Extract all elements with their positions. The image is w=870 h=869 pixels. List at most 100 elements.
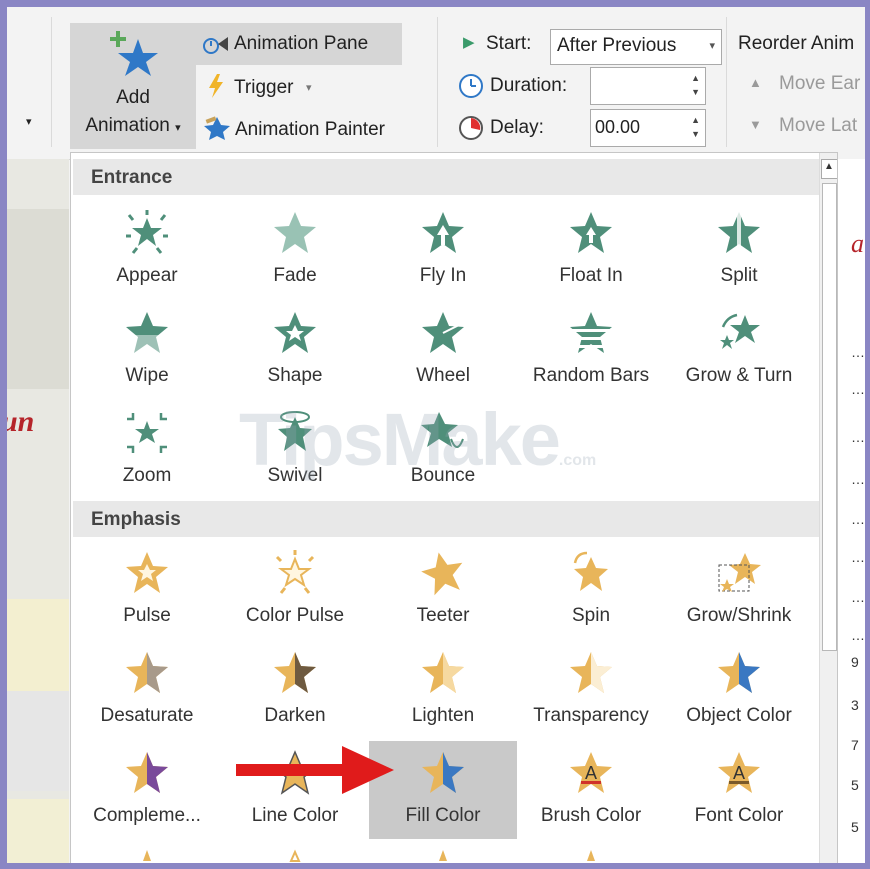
anim-label: Zoom bbox=[122, 465, 172, 486]
anim-label: Object Color bbox=[686, 705, 792, 726]
anim-lighten[interactable]: Lighten bbox=[369, 641, 517, 739]
spin-down-icon[interactable]: ▼ bbox=[691, 88, 700, 97]
desaturate-star-icon bbox=[126, 652, 168, 693]
anim-label: Grow/Shrink bbox=[686, 605, 792, 626]
anim-transparency[interactable]: Transparency bbox=[517, 641, 665, 739]
anim-complementary[interactable]: Compleme... bbox=[73, 741, 221, 839]
watermark-suffix: .com bbox=[558, 452, 597, 469]
dropdown-arrow-icon[interactable]: ▾ bbox=[26, 115, 32, 128]
anim-label: Shape bbox=[267, 365, 323, 386]
anim-color-pulse[interactable]: Color Pulse bbox=[221, 541, 369, 639]
anim-shape[interactable]: Shape bbox=[221, 301, 369, 399]
delay-spinner[interactable]: 00.00 ▲ ▼ bbox=[590, 109, 706, 147]
spin-down-icon[interactable]: ▼ bbox=[691, 130, 700, 139]
anim-pulse[interactable]: Pulse bbox=[73, 541, 221, 639]
slide-background bbox=[7, 209, 69, 389]
fade-star-icon bbox=[274, 212, 316, 253]
anim-grow-shrink[interactable]: Grow/Shrink bbox=[665, 541, 813, 639]
anim-spin[interactable]: Spin bbox=[517, 541, 665, 639]
slide-title-fragment: un bbox=[7, 405, 35, 438]
grow-turn-star-icon bbox=[720, 313, 760, 349]
anim-label: Wipe bbox=[125, 365, 169, 386]
anim-font-color[interactable]: A Font Color bbox=[665, 741, 813, 839]
anim-grow-and-turn[interactable]: Grow & Turn bbox=[665, 301, 813, 399]
anim-label: Brush Color bbox=[540, 805, 642, 826]
anim-darken[interactable]: Darken bbox=[221, 641, 369, 739]
duration-label: Duration: bbox=[490, 75, 568, 96]
spin-up-icon[interactable]: ▲ bbox=[691, 116, 700, 125]
add-animation-label-2: Animation bbox=[85, 115, 170, 136]
trigger-button[interactable]: Trigger ▾ bbox=[197, 67, 347, 105]
anim-wipe[interactable]: Wipe bbox=[73, 301, 221, 399]
wheel-star-icon bbox=[422, 312, 464, 353]
slide-band bbox=[7, 799, 69, 863]
darken-star-icon bbox=[274, 652, 316, 693]
svg-text:A: A bbox=[733, 763, 745, 783]
zoom-star-icon bbox=[127, 413, 167, 453]
animation-pane-icon bbox=[203, 37, 228, 54]
scroll-thumb[interactable] bbox=[822, 183, 837, 651]
scroll-up-button[interactable]: ▲ bbox=[821, 159, 837, 179]
move-later-button[interactable]: ▼ Move Lat bbox=[745, 113, 865, 145]
anim-label: Appear bbox=[116, 265, 178, 286]
partial-star-icon[interactable] bbox=[123, 847, 171, 863]
anim-label: Font Color bbox=[694, 805, 784, 826]
chevron-down-icon: ▾ bbox=[709, 40, 715, 52]
anim-wheel[interactable]: Wheel bbox=[369, 301, 517, 399]
watermark: TipsMake.com bbox=[239, 397, 596, 482]
animation-pane-label: Animation Pane bbox=[234, 33, 369, 54]
slide-band bbox=[7, 691, 69, 791]
animation-pane-button[interactable]: Animation Pane bbox=[194, 23, 402, 65]
clock-icon bbox=[459, 74, 483, 98]
app-window: ▾ ⌟ Add Animation ▾ Animation Pane Trig bbox=[7, 7, 865, 863]
partial-star-icon[interactable] bbox=[271, 847, 319, 863]
partial-star-icon[interactable] bbox=[419, 847, 467, 863]
start-label: Start: bbox=[486, 33, 532, 54]
anim-label: Split bbox=[720, 265, 758, 286]
edge-digit: 7 bbox=[851, 737, 859, 753]
triangle-down-icon: ▼ bbox=[749, 117, 762, 132]
anim-float-in[interactable]: Float In bbox=[517, 201, 665, 299]
edge-digit: 5 bbox=[851, 819, 859, 835]
anim-label: Float In bbox=[559, 265, 623, 286]
slide-text-fragment: a bbox=[851, 229, 864, 258]
play-icon: ▶ bbox=[463, 34, 475, 51]
delay-clock-icon bbox=[459, 116, 483, 140]
float-in-star-icon bbox=[570, 212, 612, 253]
grow-shrink-star-icon bbox=[718, 553, 761, 592]
lighten-star-icon bbox=[422, 652, 464, 693]
start-dropdown[interactable]: After Previous ▾ bbox=[550, 29, 722, 65]
anim-split[interactable]: Split bbox=[665, 201, 813, 299]
spin-up-icon[interactable]: ▲ bbox=[691, 74, 700, 83]
gallery-scrollbar[interactable]: ▲ bbox=[819, 153, 837, 863]
move-earlier-button[interactable]: ▲ Move Ear bbox=[745, 71, 865, 103]
anim-label: Line Color bbox=[251, 805, 339, 826]
anim-label: Color Pulse bbox=[245, 605, 345, 626]
anim-label: Teeter bbox=[416, 605, 470, 626]
partial-star-icon[interactable] bbox=[567, 847, 615, 863]
anim-object-color[interactable]: Object Color bbox=[665, 641, 813, 739]
anim-appear[interactable]: Appear bbox=[73, 201, 221, 299]
lightning-icon bbox=[209, 74, 223, 98]
anim-label: Transparency bbox=[533, 705, 649, 726]
font-color-star-icon: A bbox=[718, 752, 760, 793]
anim-label: Desaturate bbox=[100, 705, 194, 726]
anim-zoom[interactable]: Zoom bbox=[73, 401, 221, 499]
move-later-label: Move Lat bbox=[779, 115, 858, 136]
anim-desaturate[interactable]: Desaturate bbox=[73, 641, 221, 739]
complementary-star-icon bbox=[126, 752, 168, 793]
anim-random-bars[interactable]: Random Bars bbox=[517, 301, 665, 399]
duration-spinner[interactable]: ▲ ▼ bbox=[590, 67, 706, 105]
add-animation-button[interactable]: Add Animation ▾ bbox=[70, 23, 196, 149]
anim-fly-in[interactable]: Fly In bbox=[369, 201, 517, 299]
color-pulse-star-icon bbox=[275, 550, 315, 594]
slide-band bbox=[7, 599, 69, 691]
anim-fade[interactable]: Fade bbox=[221, 201, 369, 299]
animation-painter-button[interactable]: Animation Painter bbox=[197, 109, 417, 147]
anim-label: Pulse bbox=[123, 605, 171, 626]
animation-painter-label: Animation Painter bbox=[235, 119, 385, 140]
anim-teeter[interactable]: Teeter bbox=[369, 541, 517, 639]
fly-in-star-icon bbox=[422, 212, 464, 253]
anim-brush-color[interactable]: A Brush Color bbox=[517, 741, 665, 839]
fill-color-star-icon bbox=[422, 752, 464, 793]
